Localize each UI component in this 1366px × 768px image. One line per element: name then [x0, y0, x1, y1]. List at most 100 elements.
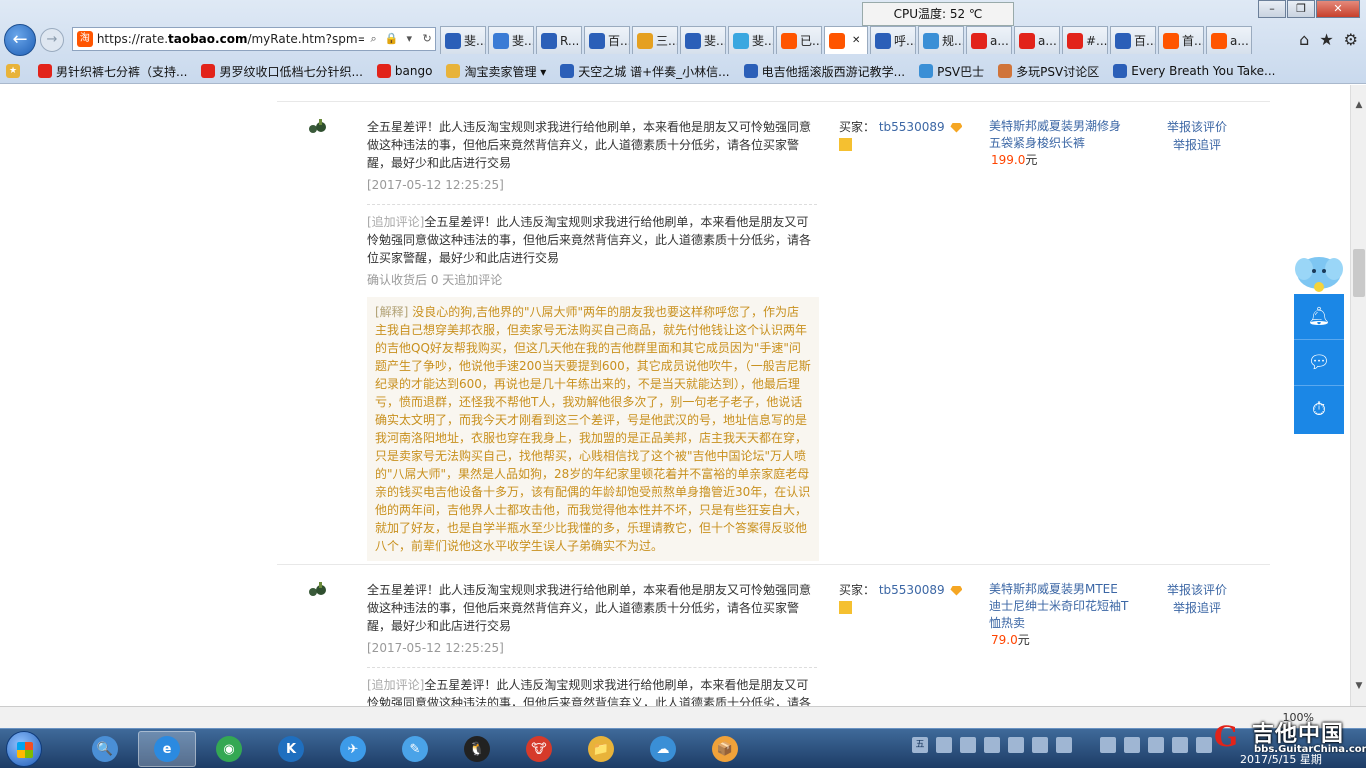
- shield-icon[interactable]: [960, 737, 976, 753]
- ime-icon[interactable]: 五: [912, 737, 928, 753]
- browser-tab[interactable]: 规...: [918, 26, 964, 54]
- mascot-icon[interactable]: [1294, 249, 1344, 295]
- browser-tab[interactable]: 斐...: [440, 26, 486, 54]
- title-bar: CPU温度: 52 ℃ – ❐ ✕: [0, 0, 1366, 26]
- home-icon[interactable]: ⌂: [1299, 30, 1309, 49]
- browser-tab[interactable]: ✕: [824, 26, 868, 54]
- item-title-link[interactable]: 美特斯邦威夏装男潮修身五袋紧身梭织长裤: [989, 118, 1129, 152]
- report-append-link[interactable]: 举报追评: [1162, 599, 1232, 617]
- maximize-button[interactable]: ❐: [1287, 0, 1315, 18]
- taskbar-app[interactable]: 📁: [572, 731, 630, 767]
- tray-app-icon[interactable]: [936, 737, 952, 753]
- browser-tab[interactable]: 百...: [584, 26, 630, 54]
- tray-app-icon[interactable]: [1100, 737, 1116, 753]
- browser-tab[interactable]: 百...: [1110, 26, 1156, 54]
- tab-label: a...: [990, 33, 1009, 48]
- back-button[interactable]: ←: [4, 24, 36, 56]
- favorite-link[interactable]: 天空之城 谱+伴奏_小林信...: [560, 63, 730, 80]
- tray-app-icon[interactable]: [984, 737, 1000, 753]
- favorite-link[interactable]: 男罗纹收口低档七分针织...: [201, 63, 363, 80]
- browser-tab[interactable]: R...: [536, 26, 582, 54]
- close-button[interactable]: ✕: [1316, 0, 1360, 18]
- scroll-down-icon[interactable]: ▼: [1351, 678, 1366, 694]
- divider: [367, 204, 817, 205]
- buyer-name-link[interactable]: tb5530089: [879, 120, 945, 134]
- taskbar-apps: 🔍 e ◉ K ✈ ✎ 🐧 🐮 📁 ☁ 📦: [76, 731, 758, 767]
- taskbar-app[interactable]: 🐧: [448, 731, 506, 767]
- tray-app-icon[interactable]: [1008, 737, 1024, 753]
- buyer-name-link[interactable]: tb5530089: [879, 583, 945, 597]
- favorite-link[interactable]: 淘宝卖家管理 ▾: [446, 63, 546, 80]
- browser-tab[interactable]: 斐...: [680, 26, 726, 54]
- favorite-link[interactable]: PSV巴士: [919, 63, 984, 80]
- report-review-link[interactable]: 举报该评价: [1162, 581, 1232, 599]
- vertical-scrollbar[interactable]: ▲ ▼: [1350, 85, 1366, 706]
- forward-button[interactable]: →: [40, 28, 64, 52]
- taskbar-app[interactable]: ◉: [200, 731, 258, 767]
- close-tab-icon[interactable]: ✕: [852, 35, 860, 46]
- tab-label: R...: [560, 33, 580, 48]
- tab-label: 三...: [656, 34, 678, 48]
- browser-tab[interactable]: 呼...: [870, 26, 916, 54]
- tray-app-icon[interactable]: [1032, 737, 1048, 753]
- taskbar-app[interactable]: 📦: [696, 731, 754, 767]
- folder-icon: 📁: [588, 736, 614, 762]
- volume-icon[interactable]: [1172, 737, 1188, 753]
- signal-icon[interactable]: [1196, 737, 1212, 753]
- buyer-info: 买家： tb5530089: [839, 581, 979, 617]
- box-app-icon: 📦: [712, 736, 738, 762]
- network-icon[interactable]: [1148, 737, 1164, 753]
- browser-tab[interactable]: a...: [1014, 26, 1060, 54]
- favorite-link[interactable]: Every Breath You Take...: [1113, 64, 1275, 78]
- tray-app-icon[interactable]: [1056, 737, 1072, 753]
- browser-tab[interactable]: a...: [966, 26, 1012, 54]
- browser-tab[interactable]: #...: [1062, 26, 1108, 54]
- minimize-button[interactable]: –: [1258, 0, 1286, 18]
- browser-tab[interactable]: a...: [1206, 26, 1252, 54]
- buyer-info: 买家： tb5530089: [839, 118, 979, 154]
- browser-tab[interactable]: 斐...: [728, 26, 774, 54]
- dropdown-icon[interactable]: ▾: [401, 31, 417, 47]
- taskbar-app[interactable]: 🐮: [510, 731, 568, 767]
- play-icon: [1113, 64, 1128, 78]
- browser-tab[interactable]: 已...: [776, 26, 822, 54]
- browser-tab[interactable]: 三...: [632, 26, 678, 54]
- add-favorite-icon[interactable]: ★: [6, 64, 24, 78]
- refresh-icon[interactable]: ↻: [419, 31, 435, 47]
- taskbar-app[interactable]: e: [138, 731, 196, 767]
- notification-bell-icon[interactable]: 🔔︎: [1294, 294, 1344, 340]
- taskbar-app[interactable]: ✎: [386, 731, 444, 767]
- window-controls: – ❐ ✕: [1257, 0, 1360, 18]
- browser-tab[interactable]: 首...: [1158, 26, 1204, 54]
- tab-label: 斐...: [464, 34, 486, 48]
- lock-icon[interactable]: 🔒: [384, 31, 400, 47]
- start-button[interactable]: [6, 731, 42, 767]
- item-title-link[interactable]: 美特斯邦威夏装男MTEE迪士尼绅士米奇印花短袖T恤热卖: [989, 581, 1129, 632]
- flag-icon[interactable]: [1124, 737, 1140, 753]
- tab-label: a...: [1230, 33, 1249, 48]
- favorite-link[interactable]: 电吉他摇滚版西游记教学...: [743, 63, 905, 80]
- scroll-thumb[interactable]: [1353, 249, 1365, 297]
- favorite-link[interactable]: bango: [376, 64, 432, 78]
- favorite-link[interactable]: 多玩PSV讨论区: [998, 63, 1099, 80]
- feather-app-icon: ✎: [402, 736, 428, 762]
- report-review-link[interactable]: 举报该评价: [1162, 118, 1232, 136]
- browser-chrome: CPU温度: 52 ℃ – ❐ ✕ ← → 淘 https://rate.tao…: [0, 0, 1366, 84]
- taskbar-app[interactable]: ☁: [634, 731, 692, 767]
- taskbar-app[interactable]: 🔍: [76, 731, 134, 767]
- taskbar-app[interactable]: ✈: [324, 731, 382, 767]
- browser-tab[interactable]: 斐...: [488, 26, 534, 54]
- scroll-up-icon[interactable]: ▲: [1351, 97, 1366, 113]
- address-bar[interactable]: 淘 https://rate.taobao.com/myRate.htm?spm…: [72, 27, 436, 51]
- paw-icon: [685, 32, 701, 49]
- review-main: 全五星差评！此人违反淘宝规则求我进行给他刷单，本来看他是朋友又可怜勉强同意做这种…: [367, 118, 819, 561]
- paw-icon: [1115, 32, 1131, 49]
- report-append-link[interactable]: 举报追评: [1162, 136, 1232, 154]
- favorites-star-icon[interactable]: ★: [1319, 30, 1333, 49]
- timer-icon[interactable]: ⏱︎: [1294, 386, 1344, 432]
- chat-icon[interactable]: 💬︎: [1294, 340, 1344, 386]
- settings-gear-icon[interactable]: ⚙: [1344, 30, 1358, 49]
- taskbar-app[interactable]: K: [262, 731, 320, 767]
- search-icon[interactable]: ⌕: [366, 31, 382, 47]
- favorite-link[interactable]: 男针织裤七分裤（支持...: [38, 63, 187, 80]
